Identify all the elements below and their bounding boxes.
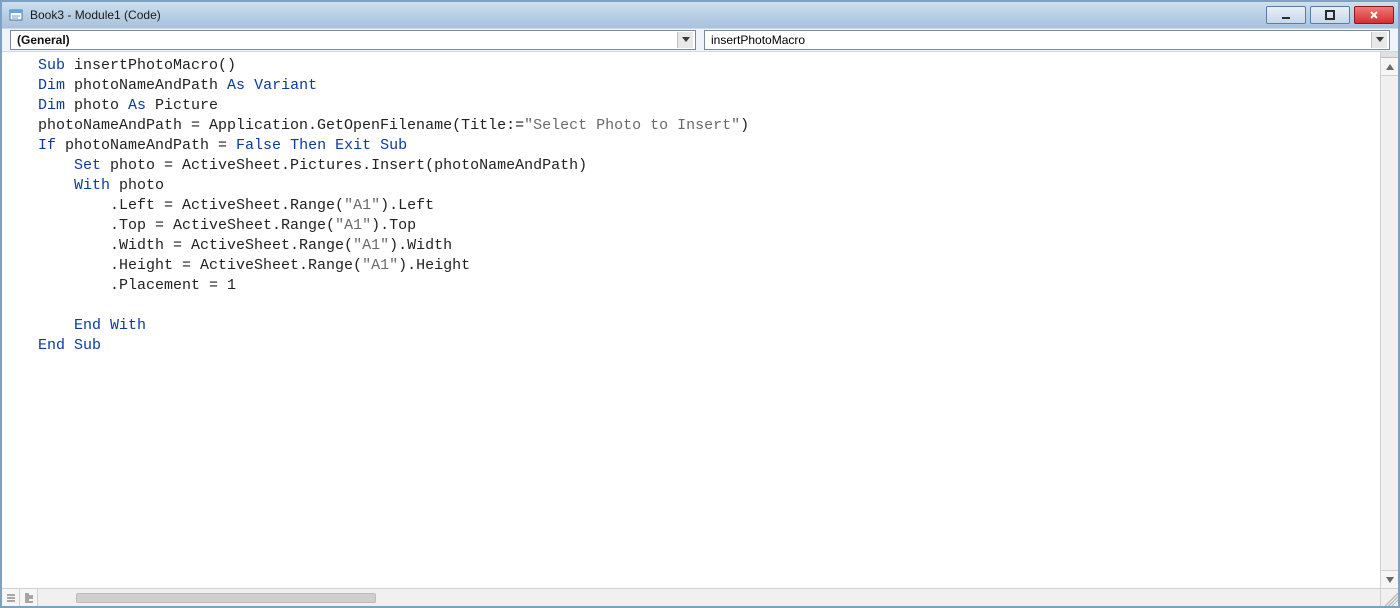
close-button[interactable] — [1354, 6, 1394, 24]
minimize-button[interactable] — [1266, 6, 1306, 24]
dropdown-bar: (General) insertPhotoMacro — [2, 28, 1398, 52]
procedure-dropdown[interactable]: insertPhotoMacro — [704, 30, 1390, 50]
titlebar[interactable]: Book3 - Module1 (Code) — [2, 2, 1398, 28]
scroll-down-icon[interactable] — [1381, 570, 1398, 588]
horizontal-scrollbar[interactable] — [38, 589, 1380, 606]
scroll-up-icon[interactable] — [1381, 58, 1398, 76]
scroll-thumb[interactable] — [76, 593, 376, 603]
code-area: Sub insertPhotoMacro() Dim photoNameAndP… — [2, 52, 1398, 588]
bottom-bar — [2, 588, 1398, 606]
scroll-track[interactable] — [1381, 76, 1398, 570]
size-grip[interactable] — [1380, 589, 1398, 606]
window-title: Book3 - Module1 (Code) — [30, 8, 161, 22]
window-controls — [1266, 6, 1394, 24]
chevron-down-icon — [1371, 32, 1387, 48]
object-dropdown[interactable]: (General) — [10, 30, 696, 50]
code-editor[interactable]: Sub insertPhotoMacro() Dim photoNameAndP… — [2, 52, 1380, 588]
code-window: Book3 - Module1 (Code) (General) insertP… — [0, 0, 1400, 608]
chevron-down-icon — [677, 32, 693, 48]
maximize-button[interactable] — [1310, 6, 1350, 24]
object-dropdown-text: (General) — [17, 33, 70, 47]
procedure-view-button[interactable] — [2, 589, 20, 606]
vertical-scrollbar[interactable] — [1380, 52, 1398, 588]
procedure-dropdown-text: insertPhotoMacro — [711, 33, 805, 47]
full-module-view-button[interactable] — [20, 589, 38, 606]
module-icon — [8, 7, 24, 23]
code-text[interactable]: Sub insertPhotoMacro() Dim photoNameAndP… — [2, 52, 1380, 360]
